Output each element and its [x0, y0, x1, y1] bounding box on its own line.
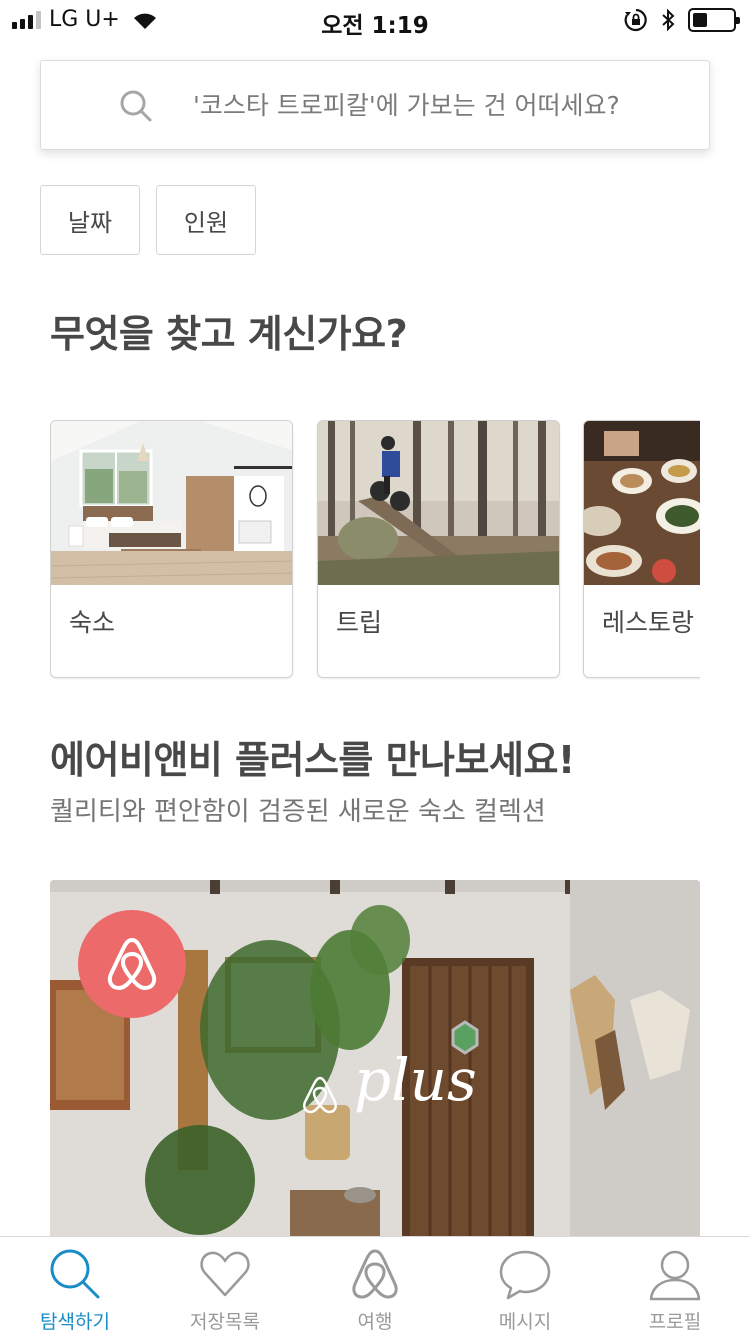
- category-label: 숙소: [69, 608, 116, 637]
- status-bar: LG U+ 오전 1:19: [0, 0, 750, 40]
- category-card-restaurants[interactable]: 레스토랑: [583, 420, 700, 678]
- plus-wordmark-text: plus: [354, 1046, 477, 1114]
- plus-subtitle: 퀄리티와 편안함이 검증된 새로운 숙소 컬렉션: [50, 797, 546, 827]
- tab-explore[interactable]: 탐색하기: [0, 1237, 150, 1334]
- bedroom-photo: [51, 421, 292, 585]
- category-card-trips[interactable]: 트립: [317, 420, 560, 678]
- airbnb-logo-badge: [78, 910, 186, 1018]
- heart-icon: [200, 1251, 250, 1297]
- guests-filter-button[interactable]: 인원: [156, 185, 256, 255]
- search-icon: [50, 1249, 100, 1299]
- explore-title: 무엇을 찾고 계신가요?: [50, 312, 408, 356]
- plus-title: 에어비앤비 플러스를 만나보세요!: [50, 738, 575, 782]
- search-icon: [120, 90, 152, 122]
- airbnb-logo-icon: [352, 1249, 398, 1299]
- tab-label: 저장목록: [190, 1311, 260, 1333]
- tab-label: 여행: [357, 1311, 393, 1333]
- food-table-photo: [584, 421, 700, 585]
- category-card-stays[interactable]: 숙소: [50, 420, 293, 678]
- tab-messages[interactable]: 메시지: [450, 1237, 600, 1334]
- dates-filter-button[interactable]: 날짜: [40, 185, 140, 255]
- battery-icon: [688, 8, 740, 32]
- category-carousel[interactable]: 숙소 트립 레스토랑: [50, 420, 700, 680]
- tab-saved[interactable]: 저장목록: [150, 1237, 300, 1334]
- tab-trips[interactable]: 여행: [300, 1237, 450, 1334]
- tab-label: 프로필: [648, 1311, 702, 1333]
- plus-banner[interactable]: plus: [50, 880, 700, 1240]
- status-bar-right: [624, 8, 740, 32]
- tab-profile[interactable]: 프로필: [600, 1237, 750, 1334]
- rotation-lock-icon: [624, 8, 647, 32]
- tab-bar: 탐색하기 저장목록 여행 메시지 프로필: [0, 1236, 750, 1334]
- tab-label: 탐색하기: [40, 1311, 110, 1333]
- search-bar[interactable]: '코스타 트로피칼'에 가보는 건 어떠세요?: [40, 60, 710, 150]
- search-placeholder: '코스타 트로피칼'에 가보는 건 어떠세요?: [193, 91, 620, 120]
- chat-bubble-icon: [499, 1250, 551, 1300]
- tab-label: 메시지: [498, 1311, 552, 1333]
- mountain-bike-photo: [318, 421, 559, 585]
- category-label: 트립: [336, 608, 383, 637]
- plus-wordmark-logo: plus: [303, 1046, 477, 1114]
- profile-icon: [649, 1250, 701, 1301]
- airbnb-logo-icon: [107, 938, 157, 990]
- category-label: 레스토랑: [602, 608, 695, 637]
- bluetooth-icon: [662, 8, 675, 32]
